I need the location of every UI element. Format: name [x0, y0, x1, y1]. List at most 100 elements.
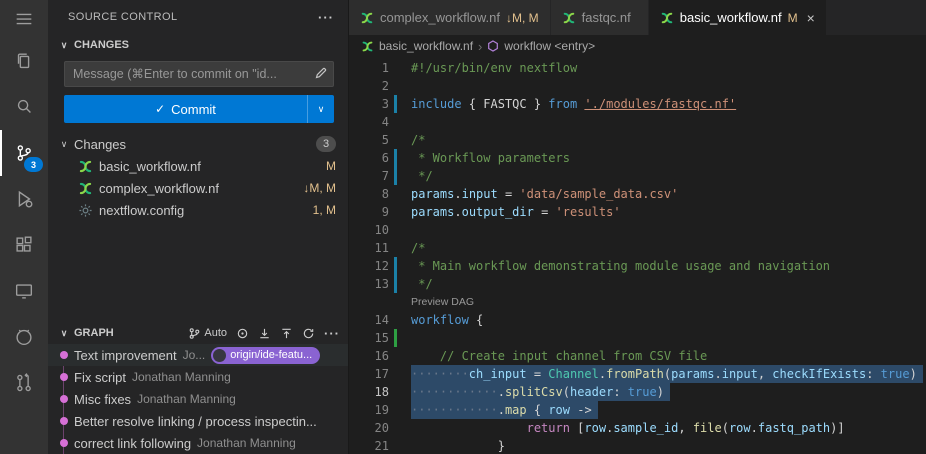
explorer-button[interactable] [0, 38, 48, 84]
gutter [389, 221, 411, 239]
fetch-icon[interactable] [258, 327, 271, 340]
target-icon[interactable] [236, 327, 249, 340]
branch-icon [188, 327, 201, 340]
code-line[interactable]: 21 } [349, 437, 926, 454]
file-name: nextflow.config [99, 203, 184, 218]
line-number: 18 [349, 383, 389, 401]
commit-dropdown-button[interactable]: ∨ [307, 95, 334, 123]
code-line[interactable]: 17········ch_input = Channel.fromPath(pa… [349, 365, 926, 383]
breadcrumb-symbol[interactable]: workflow <entry> [504, 39, 595, 53]
code-line[interactable]: 7 */ [349, 167, 926, 185]
code-line[interactable]: 14 workflow { [349, 311, 926, 329]
gutter [389, 365, 411, 383]
avatar [213, 349, 226, 362]
push-icon[interactable] [280, 327, 293, 340]
git-status: ↓M, M [303, 181, 336, 195]
commit-row[interactable]: Misc fixes Jonathan Manning [48, 388, 348, 410]
gutter [389, 149, 411, 167]
commit-dot-icon [60, 417, 68, 425]
auto-branch-toggle[interactable]: Auto [188, 327, 227, 340]
tab-basic-workflow[interactable]: basic_workflow.nf M × [649, 0, 827, 35]
commit-message-input[interactable] [64, 61, 334, 87]
run-debug-button[interactable] [0, 176, 48, 222]
code-line[interactable]: 20 return [row.sample_id, file(row.fastq… [349, 419, 926, 437]
line-number: 10 [349, 221, 389, 239]
codelens-preview-dag[interactable]: Preview DAG [411, 293, 474, 311]
code-line-content: // Create input channel from CSV file [411, 347, 707, 365]
code-line[interactable]: 6 * Workflow parameters [349, 149, 926, 167]
gutter [389, 185, 411, 203]
code-line[interactable]: 12 * Main workflow demonstrating module … [349, 257, 926, 275]
chevron-down-icon: ∨ [56, 139, 72, 150]
codelens-row[interactable]: Preview DAG [349, 293, 926, 311]
search-button[interactable] [0, 84, 48, 130]
check-icon: ✓ [155, 102, 165, 116]
changed-file-row[interactable]: complex_workflow.nf ↓M, M [48, 177, 348, 199]
generate-commit-message-icon[interactable] [314, 66, 328, 83]
commit-button-label: Commit [171, 102, 216, 117]
tab-git-status: ↓M, M [506, 11, 539, 25]
branch-tag[interactable]: origin/ide-featu... [211, 347, 320, 364]
code-line[interactable]: 16 // Create input channel from CSV file [349, 347, 926, 365]
graph-section-header[interactable]: ∨ GRAPH Auto ··· [48, 322, 348, 344]
changed-file-row[interactable]: basic_workflow.nf M [48, 155, 348, 177]
line-number: 19 [349, 401, 389, 419]
code-line-content: include { FASTQC } from './modules/fastq… [411, 95, 736, 113]
code-line[interactable]: 11/* [349, 239, 926, 257]
line-number: 3 [349, 95, 389, 113]
changes-section-header[interactable]: ∨ CHANGES [48, 34, 348, 56]
commit-author: Jonathan Manning [137, 392, 236, 406]
commit-message: correct link following [74, 436, 191, 451]
code-line-content: return [row.sample_id, file(row.fastq_pa… [411, 419, 845, 437]
refresh-icon[interactable] [302, 327, 315, 340]
code-line[interactable]: 8params.input = 'data/sample_data.csv' [349, 185, 926, 203]
github-button[interactable] [0, 314, 48, 360]
nextflow-file-icon [361, 40, 374, 53]
line-number: 14 [349, 311, 389, 329]
tab-complex-workflow[interactable]: complex_workflow.nf ↓M, M [349, 0, 551, 35]
commit-row[interactable]: Fix script Jonathan Manning [48, 366, 348, 388]
line-number: 15 [349, 329, 389, 347]
commit-row[interactable]: Better resolve linking / process inspect… [48, 410, 348, 432]
code-lines[interactable]: 1#!/usr/bin/env nextflow23 include { FAST… [349, 57, 926, 454]
git-added-indicator [394, 329, 397, 347]
code-line[interactable]: 19············.map { row -> [349, 401, 926, 419]
extensions-button[interactable] [0, 222, 48, 268]
code-line[interactable]: 2 [349, 77, 926, 95]
changed-file-row[interactable]: nextflow.config 1, M [48, 199, 348, 221]
gutter [389, 437, 411, 454]
activity-bar: 3 [0, 0, 48, 454]
commit-author: Jo... [183, 348, 206, 362]
tab-label: basic_workflow.nf [680, 10, 782, 25]
hamburger-icon [13, 8, 35, 30]
code-line[interactable]: 15 [349, 329, 926, 347]
code-line[interactable]: 9params.output_dir = 'results' [349, 203, 926, 221]
gutter [389, 95, 411, 113]
commit-row[interactable]: correct link following Jonathan Manning [48, 432, 348, 454]
commit-row[interactable]: Text improvement Jo... origin/ide-featu.… [48, 344, 348, 366]
code-line[interactable]: 5/* [349, 131, 926, 149]
git-status: 1, M [313, 203, 336, 217]
code-line[interactable]: 1#!/usr/bin/env nextflow [349, 59, 926, 77]
tab-fastqc[interactable]: fastqc.nf [551, 0, 649, 35]
line-number: 12 [349, 257, 389, 275]
remote-explorer-button[interactable] [0, 268, 48, 314]
chevron-down-icon: ∨ [318, 104, 325, 115]
code-line[interactable]: 13 */ [349, 275, 926, 293]
source-control-button[interactable]: 3 [0, 130, 48, 176]
code-line-content: params.input = 'data/sample_data.csv' [411, 185, 678, 203]
close-icon[interactable]: × [807, 11, 815, 25]
changes-tree-item[interactable]: ∨ Changes 3 [48, 133, 348, 155]
code-line[interactable]: 10 [349, 221, 926, 239]
pull-request-button[interactable] [0, 360, 48, 406]
code-line-content: workflow { [411, 311, 483, 329]
code-line[interactable]: 3 include { FASTQC } from './modules/fast… [349, 95, 926, 113]
graph-more-actions-icon[interactable]: ··· [324, 326, 340, 341]
search-icon [13, 96, 35, 118]
breadcrumb-file[interactable]: basic_workflow.nf [379, 39, 473, 53]
code-line[interactable]: 4 [349, 113, 926, 131]
menu-button[interactable] [0, 0, 48, 38]
commit-button[interactable]: ✓ Commit [64, 95, 307, 123]
more-actions-icon[interactable]: ··· [318, 10, 334, 25]
code-line[interactable]: 18············.splitCsv(header: true) [349, 383, 926, 401]
